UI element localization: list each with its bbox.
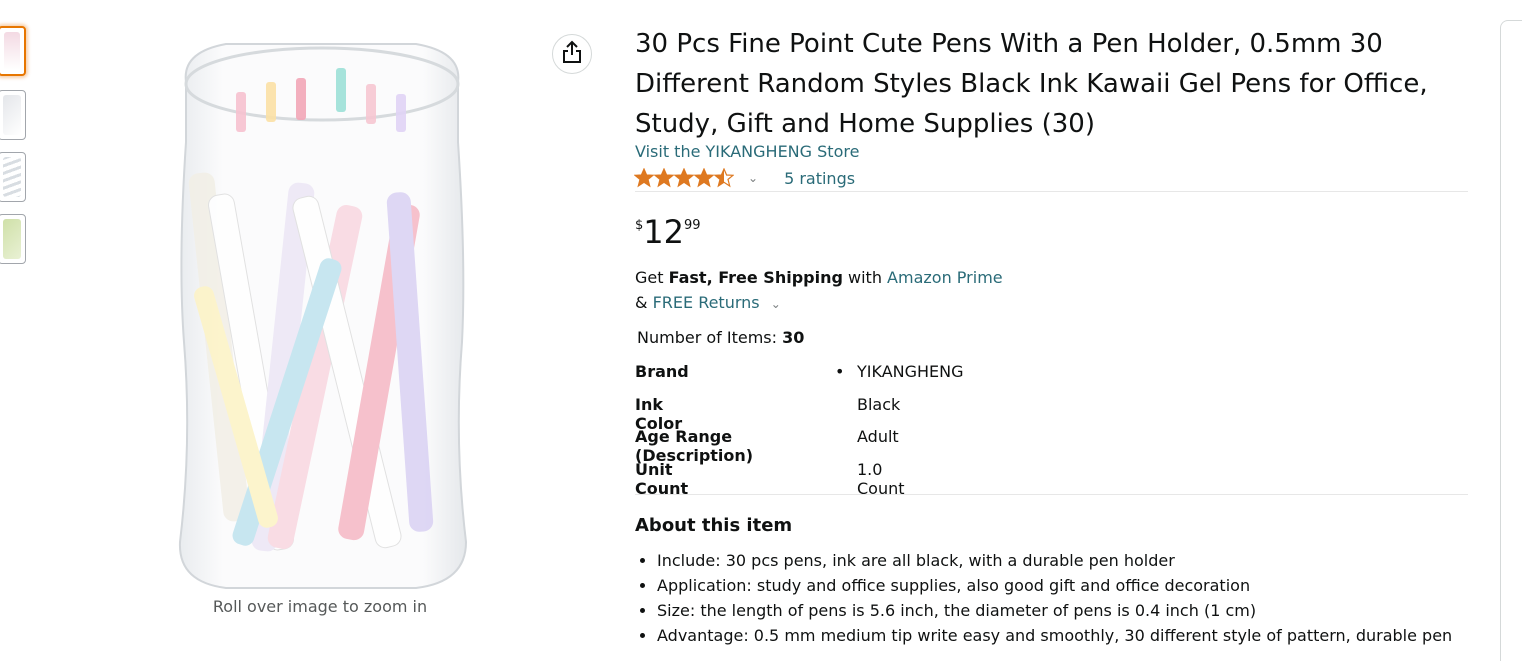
number-of-items-value: 30 — [782, 328, 805, 347]
chevron-down-icon[interactable]: ⌄ — [771, 297, 781, 311]
shipping-prefix: Get — [635, 268, 669, 287]
share-icon — [561, 40, 583, 68]
thumbnail-1[interactable] — [0, 26, 26, 76]
chevron-down-icon[interactable]: ⌄ — [748, 171, 758, 185]
price-fraction: 99 — [684, 218, 701, 233]
buy-box-panel — [1500, 20, 1522, 661]
spec-key: Unit Count — [635, 459, 689, 498]
thumbnail-image — [4, 32, 20, 70]
amp: & — [635, 293, 653, 312]
list-item: Application: study and office supplies, … — [657, 573, 1497, 598]
list-item: Include: 30 pcs pens, ink are all black,… — [657, 548, 1497, 573]
price-whole: 12 — [643, 213, 684, 251]
product-image[interactable] — [166, 22, 478, 596]
shipping-info: Get Fast, Free Shipping with Amazon Prim… — [635, 265, 1003, 317]
thumbnail-image — [3, 95, 21, 135]
divider — [635, 191, 1468, 192]
spec-bullet: • — [835, 362, 845, 381]
product-title: 30 Pcs Fine Point Cute Pens With a Pen H… — [635, 29, 1428, 139]
thumbnail-image — [3, 219, 21, 259]
spec-value: YIKANGHENG — [857, 362, 964, 381]
star-icon — [634, 168, 734, 188]
thumbnail-4[interactable] — [0, 214, 26, 264]
price-symbol: $ — [635, 218, 644, 233]
number-of-items-label: Number of Items: — [637, 328, 783, 347]
list-item: Size: the length of pens is 5.6 inch, th… — [657, 598, 1497, 623]
spec-value: Black — [857, 394, 901, 414]
number-of-items: Number of Items: 30 — [637, 328, 804, 347]
spec-value: 1.0 Count — [857, 459, 905, 498]
thumbnail-3[interactable] — [0, 152, 26, 202]
thumbnail-image — [3, 157, 21, 197]
pen-holder-image — [178, 43, 468, 589]
about-list: Include: 30 pcs pens, ink are all black,… — [635, 548, 1497, 648]
divider — [635, 494, 1468, 495]
price: $ 12 99 — [635, 212, 701, 252]
spec-value: Adult — [857, 427, 899, 446]
share-button[interactable] — [552, 34, 592, 74]
star-rating[interactable] — [634, 168, 734, 188]
about-heading: About this item — [635, 515, 793, 536]
thumbnail-2[interactable] — [0, 90, 26, 140]
free-returns-link[interactable]: FREE Returns — [653, 293, 760, 312]
list-item: Advantage: 0.5 mm medium tip write easy … — [657, 623, 1497, 648]
store-link[interactable]: Visit the YIKANGHENG Store — [635, 142, 859, 161]
spec-key: Brand — [635, 362, 689, 381]
zoom-hint: Roll over image to zoom in — [212, 597, 428, 616]
shipping-bold: Fast, Free Shipping — [668, 268, 843, 287]
shipping-mid: with — [842, 268, 888, 287]
ratings-count-link[interactable]: 5 ratings — [784, 169, 855, 188]
rating-summary[interactable]: ⌄ 5 ratings — [634, 166, 855, 190]
amazon-prime-link[interactable]: Amazon Prime — [887, 268, 1003, 287]
